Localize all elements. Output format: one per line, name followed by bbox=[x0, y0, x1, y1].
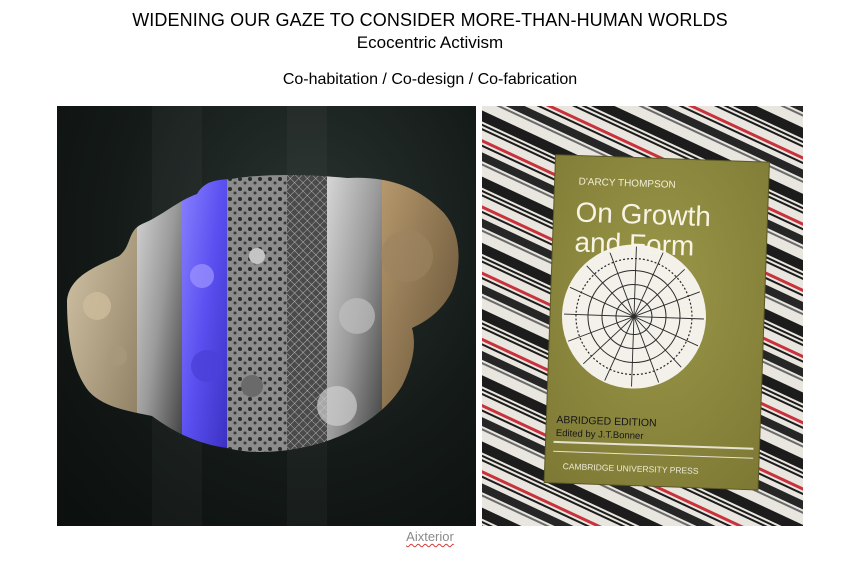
page-title: WIDENING OUR GAZE TO CONSIDER MORE-THAN-… bbox=[132, 10, 728, 30]
book-photo: D'ARCY THOMPSON On Growth and Form ABRID… bbox=[482, 106, 803, 526]
image-caption: Aixterior bbox=[0, 529, 860, 545]
sculpture-illustration bbox=[67, 175, 459, 452]
sculpture-photo bbox=[57, 106, 476, 526]
page-subtitle: Ecocentric Activism bbox=[356, 33, 504, 52]
book-title-line2: and Form bbox=[574, 226, 695, 261]
caption-text: Aixterior bbox=[406, 529, 454, 544]
book-on-textile-illustration: D'ARCY THOMPSON On Growth and Form ABRID… bbox=[482, 106, 803, 526]
page-tagline: Co-habitation / Co-design / Co-fabricati… bbox=[282, 71, 578, 88]
